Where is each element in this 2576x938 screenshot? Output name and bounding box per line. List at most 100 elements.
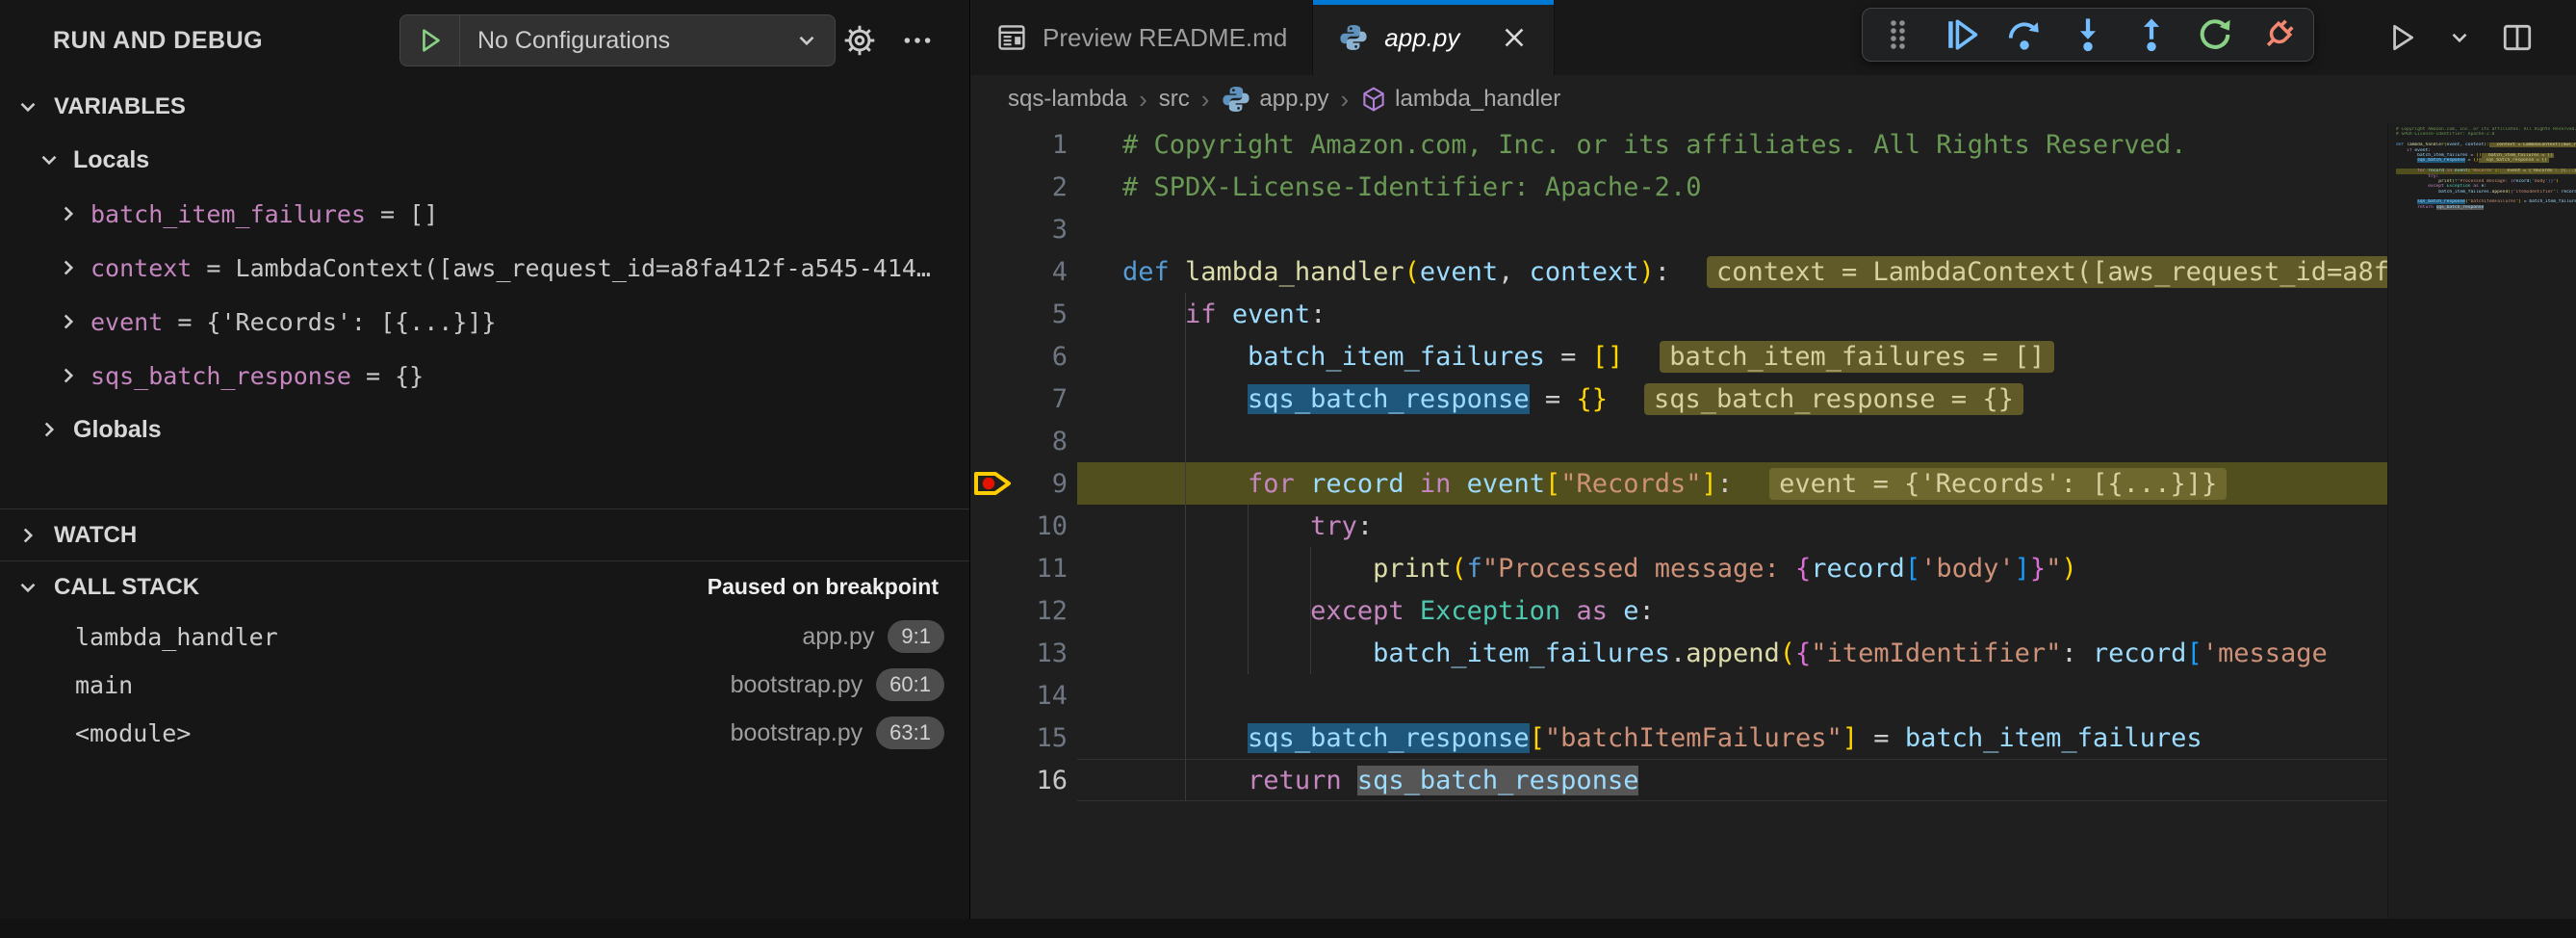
- step-over-button[interactable]: [2005, 15, 2044, 54]
- line-number[interactable]: 8: [971, 427, 1068, 456]
- code-line-6[interactable]: 6 batch_item_failures = []batch_item_fai…: [971, 335, 2387, 378]
- code-editor[interactable]: 1# Copyright Amazon.com, Inc. or its aff…: [971, 123, 2387, 938]
- chevron-right-icon: [56, 309, 81, 334]
- code-token: lambda_handler: [1185, 257, 1404, 287]
- line-number[interactable]: 15: [971, 723, 1068, 753]
- line-number[interactable]: 7: [971, 384, 1068, 414]
- word-highlight: sqs_batch_response: [1357, 766, 1639, 795]
- tree-item-globals[interactable]: Globals: [0, 403, 969, 456]
- tab-app-py[interactable]: app.py: [1313, 0, 1555, 75]
- code-token: [1342, 766, 1357, 795]
- run-icon[interactable]: [2385, 21, 2418, 54]
- line-number[interactable]: 10: [971, 511, 1068, 541]
- breadcrumb-separator: ›: [1340, 85, 1349, 115]
- line-number[interactable]: 13: [971, 638, 1068, 668]
- equals: =: [163, 308, 206, 336]
- line-number[interactable]: 5: [971, 300, 1068, 329]
- line-number[interactable]: 2: [971, 172, 1068, 202]
- step-out-icon: [2133, 16, 2170, 53]
- code-line-9[interactable]: 9 for record in event["Records"]:event =…: [971, 462, 2387, 505]
- breadcrumb-item[interactable]: src: [1159, 86, 1190, 113]
- variable-row[interactable]: sqs_batch_response = {}: [0, 349, 969, 403]
- frame-position-badge: 63:1: [876, 717, 944, 749]
- restart-button[interactable]: [2196, 15, 2234, 54]
- variable-row[interactable]: batch_item_failures = []: [0, 187, 969, 241]
- step-into-button[interactable]: [2069, 15, 2107, 54]
- code-text: print(f"Processed message: {record['body…: [1068, 554, 2077, 584]
- code-token: =: [1858, 723, 1905, 753]
- code-line-14[interactable]: 14: [971, 674, 2387, 717]
- code-token: [1295, 469, 1310, 499]
- code-line-2[interactable]: 2# SPDX-License-Identifier: Apache-2.0: [971, 166, 2387, 208]
- code-line-13[interactable]: 13 batch_item_failures.append({"itemIden…: [971, 632, 2387, 674]
- code-line-10[interactable]: 10 try:: [971, 505, 2387, 547]
- step-out-button[interactable]: [2132, 15, 2171, 54]
- markdown-preview-icon: [996, 22, 1027, 53]
- breadcrumb-item[interactable]: app.py: [1221, 84, 1328, 115]
- inline-debug-value: sqs_batch_response = {}: [1644, 383, 2023, 415]
- code-token: {}: [1576, 384, 1608, 414]
- close-icon[interactable]: [1500, 23, 1529, 52]
- code-token: "itemIdentifier": [1811, 638, 2061, 668]
- code-token: e: [1623, 596, 1638, 626]
- call-stack-frame[interactable]: lambda_handlerapp.py9:1: [0, 612, 969, 661]
- code-line-1[interactable]: 1# Copyright Amazon.com, Inc. or its aff…: [971, 123, 2387, 166]
- gear-icon[interactable]: [836, 0, 884, 81]
- code-token: :: [2061, 638, 2093, 668]
- tab-preview-readme-md[interactable]: Preview README.md: [971, 0, 1313, 75]
- variable-row[interactable]: event = {'Records': [{...}]}: [0, 295, 969, 349]
- variable-name: batch_item_failures: [90, 200, 366, 228]
- line-number[interactable]: 12: [971, 596, 1068, 626]
- code-line-15[interactable]: 15 sqs_batch_response["batchItemFailures…: [971, 717, 2387, 759]
- more-actions-icon[interactable]: [893, 0, 941, 81]
- line-number[interactable]: 6: [971, 342, 1068, 372]
- line-number[interactable]: 4: [971, 257, 1068, 287]
- call-stack-frame[interactable]: <module>bootstrap.py63:1: [0, 709, 969, 757]
- code-token: :: [1639, 596, 1655, 626]
- drag-handle[interactable]: [1878, 15, 1917, 54]
- code-token: }: [2030, 554, 2046, 584]
- split-editor-icon[interactable]: [2501, 21, 2534, 54]
- start-debug-icon[interactable]: [400, 15, 460, 65]
- variable-name: sqs_batch_response: [90, 362, 351, 390]
- call-stack-section-header[interactable]: CALL STACKPaused on breakpoint: [0, 560, 969, 612]
- debug-status-badge: Paused on breakpoint: [708, 574, 939, 600]
- line-number[interactable]: 11: [971, 554, 1068, 584]
- code-token: {: [1795, 554, 1811, 584]
- breakpoint-arrow-icon[interactable]: [973, 468, 1016, 499]
- code-line-12[interactable]: 12 except Exception as e:: [971, 589, 2387, 632]
- scope-label: Globals: [73, 416, 162, 444]
- code-token: record: [1310, 469, 1404, 499]
- python-icon: [1338, 22, 1369, 53]
- code-line-16[interactable]: 16 return sqs_batch_response: [971, 759, 2387, 801]
- line-number[interactable]: 14: [971, 681, 1068, 711]
- watch-section-header[interactable]: WATCH: [0, 508, 969, 560]
- code-token: =: [1545, 342, 1592, 372]
- variable-value: []: [409, 200, 438, 228]
- call-stack-frame[interactable]: mainbootstrap.py60:1: [0, 661, 969, 709]
- code-line-11[interactable]: 11 print(f"Processed message: {record['b…: [971, 547, 2387, 589]
- code-text: sqs_batch_response = {}sqs_batch_respons…: [1068, 384, 2023, 414]
- code-line-8[interactable]: 8: [971, 420, 2387, 462]
- code-line-4[interactable]: 4def lambda_handler(event, context):cont…: [971, 250, 2387, 293]
- minimap-line: return sqs_batch_response: [2396, 205, 2576, 210]
- chevron-down-icon[interactable]: [2447, 25, 2472, 50]
- code-line-7[interactable]: 7 sqs_batch_response = {}sqs_batch_respo…: [971, 378, 2387, 420]
- line-number[interactable]: 3: [971, 215, 1068, 245]
- frame-name: lambda_handler: [75, 623, 278, 651]
- minimap[interactable]: # Copyright Amazon.com, Inc. or its affi…: [2387, 123, 2576, 938]
- code-line-5[interactable]: 5 if event:: [971, 293, 2387, 335]
- code-line-3[interactable]: 3: [971, 208, 2387, 250]
- breadcrumb-item[interactable]: lambda_handler: [1360, 86, 1560, 113]
- launch-config-dropdown[interactable]: No Configurations: [399, 14, 836, 66]
- variables-section-header[interactable]: VARIABLES: [0, 81, 969, 133]
- variable-row[interactable]: context = LambdaContext([aws_request_id=…: [0, 241, 969, 295]
- disconnect-button[interactable]: [2259, 15, 2298, 54]
- code-text: return sqs_batch_response: [1068, 766, 1638, 795]
- continue-button[interactable]: [1942, 15, 1980, 54]
- line-number[interactable]: 16: [971, 766, 1068, 795]
- python-icon: [1221, 84, 1251, 115]
- line-number[interactable]: 1: [971, 130, 1068, 160]
- tree-item-locals[interactable]: Locals: [0, 133, 969, 187]
- breadcrumb-item[interactable]: sqs-lambda: [1008, 86, 1127, 113]
